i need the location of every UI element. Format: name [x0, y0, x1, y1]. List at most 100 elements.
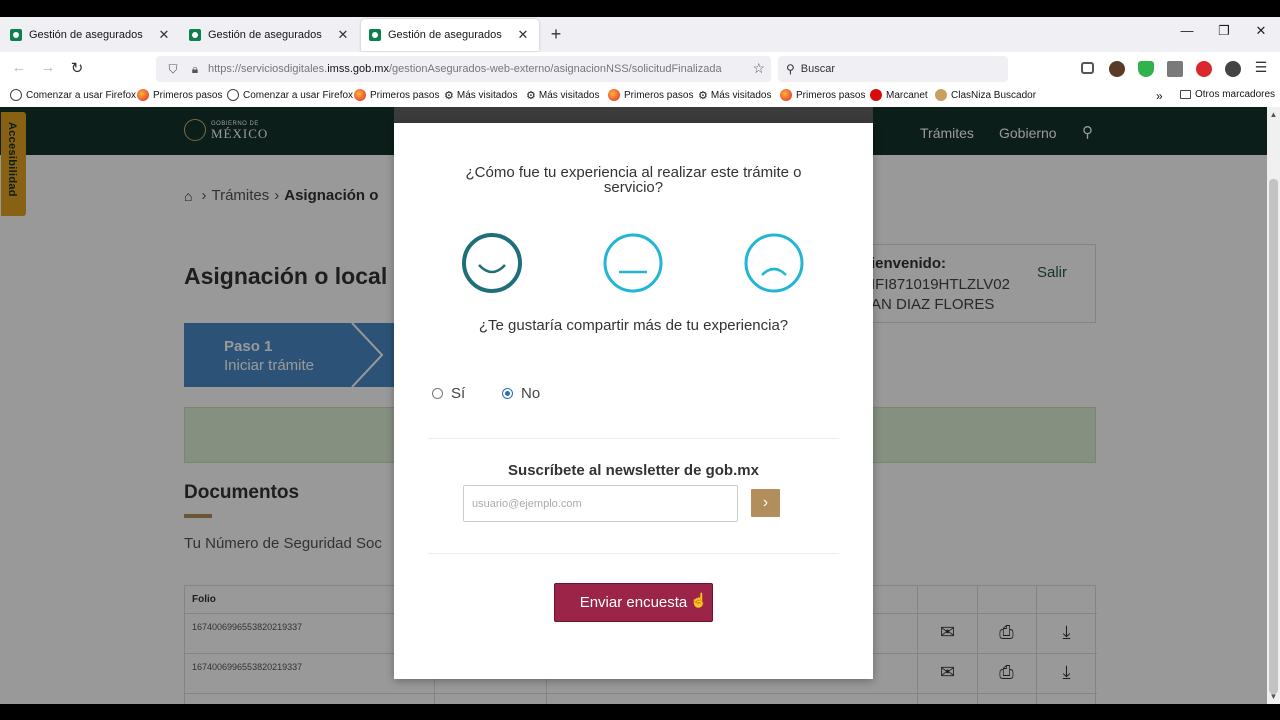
tab-title: Gestión de asegurados [208, 29, 322, 41]
url-prefix: https://serviciosdigitales. [208, 63, 328, 75]
bookmark-item[interactable]: Primeros pasos [354, 89, 439, 101]
firefox-icon [780, 89, 792, 101]
bookmark-item[interactable]: Primeros pasos [137, 89, 222, 101]
bookmark-item[interactable]: Primeros pasos [780, 89, 865, 101]
bookmarks-bar: Comenzar a usar Firefox Primeros pasos C… [0, 85, 1280, 107]
other-bookmarks-folder[interactable]: Otros marcadores [1180, 89, 1275, 100]
close-tab-icon[interactable]: ✕ [335, 27, 351, 43]
gear-icon: ⚙ [526, 90, 536, 102]
survey-question-share: ¿Te gustaría compartir más de tu experie… [478, 317, 789, 334]
screen-bottom-border [0, 704, 1280, 720]
search-icon: ⚲ [786, 62, 795, 76]
bookmark-label: Primeros pasos [370, 89, 440, 101]
bookmark-star-icon[interactable]: ☆ [752, 60, 765, 77]
bookmark-label: Marcanet [886, 89, 928, 101]
lock-icon[interactable]: 🔒︎ [186, 62, 204, 77]
close-tab-icon[interactable]: ✕ [515, 27, 531, 43]
survey-question-experience: ¿Cómo fue tu experiencia al realizar est… [465, 164, 802, 196]
radio-label: Sí [451, 385, 466, 402]
extension-icon[interactable] [1225, 61, 1241, 77]
neutral-face-icon[interactable] [603, 233, 663, 293]
firefox-icon [354, 89, 366, 101]
radio-option-no[interactable]: No [502, 385, 540, 402]
sad-face-icon[interactable] [744, 233, 804, 293]
page-scrollbar[interactable]: ▲ ▼ [1267, 107, 1280, 704]
globe-icon [227, 89, 239, 101]
bookmark-label: Más visitados [710, 90, 772, 101]
bookmark-item[interactable]: ⚙ Más visitados [444, 89, 517, 102]
url-host: imss.gob.mx [327, 63, 389, 75]
shield-icon[interactable]: ⛉ [164, 62, 182, 77]
browser-toolbar: ← → ↻ ⛉ 🔒︎ https://serviciosdigitales. im… [0, 52, 1280, 85]
bookmark-label: Otros marcadores [1195, 89, 1276, 100]
ublock-icon[interactable] [1138, 61, 1154, 77]
bookmark-label: Primeros pasos [796, 89, 866, 101]
imss-favicon-icon [10, 29, 22, 41]
modal-top-bar [394, 107, 873, 123]
newsletter-email-input[interactable] [463, 485, 738, 522]
account-icon[interactable] [1109, 61, 1125, 77]
bookmark-item[interactable]: Comenzar a usar Firefox [227, 89, 353, 101]
bookmark-label: Comenzar a usar Firefox [243, 89, 354, 101]
search-placeholder: Buscar [800, 63, 836, 75]
search-bar[interactable]: ⚲ Buscar [778, 56, 1008, 82]
firefox-icon [137, 89, 149, 101]
newsletter-submit-arrow-button[interactable]: › [751, 489, 780, 517]
imss-favicon-icon [369, 29, 381, 41]
url-path: /gestionAsegurados-web-externo/asignacio… [388, 63, 722, 75]
browser-tab[interactable]: Gestión de asegurados ✕ [181, 19, 359, 51]
survey-modal: ¿Cómo fue tu experiencia al realizar est… [394, 123, 873, 679]
divider [428, 438, 839, 439]
pocket-icon[interactable] [1081, 62, 1094, 74]
globe-icon [10, 89, 22, 101]
newsletter-title: Suscríbete al newsletter de gob.mx [508, 462, 759, 479]
screen-top-border [0, 0, 1280, 17]
screenshot-extension-icon[interactable] [1167, 61, 1183, 77]
reload-icon[interactable]: ↻ [66, 59, 88, 79]
divider [428, 553, 839, 554]
bookmark-item[interactable]: ClasNiza Buscador [935, 89, 1036, 101]
radio-option-yes[interactable]: Sí [432, 385, 465, 402]
bookmark-label: Primeros pasos [153, 89, 223, 101]
tab-title: Gestión de asegurados [388, 29, 502, 41]
firefox-icon [608, 89, 620, 101]
radio-button-selected[interactable] [502, 388, 513, 399]
bookmark-label: Comenzar a usar Firefox [26, 89, 137, 101]
radio-label: No [521, 385, 541, 402]
bookmark-label: Más visitados [538, 90, 600, 101]
tab-title: Gestión de asegurados [29, 29, 143, 41]
bookmark-item[interactable]: Marcanet [870, 89, 928, 101]
clasniza-icon [935, 89, 947, 101]
scroll-down-icon[interactable]: ▼ [1267, 692, 1280, 701]
browser-tab-bar: Gestión de asegurados ✕ Gestión de asegu… [0, 17, 1280, 52]
scroll-up-icon[interactable]: ▲ [1267, 110, 1280, 119]
adblock-plus-icon[interactable] [1196, 61, 1212, 77]
bookmark-item[interactable]: Comenzar a usar Firefox [10, 89, 136, 101]
bookmark-label: Primeros pasos [624, 89, 694, 101]
bookmark-item[interactable]: Primeros pasos [608, 89, 693, 101]
new-tab-button[interactable]: + [546, 24, 566, 45]
close-tab-icon[interactable]: ✕ [156, 27, 172, 43]
scroll-thumb[interactable] [1269, 179, 1278, 694]
radio-button[interactable] [432, 388, 443, 399]
minimize-window-icon[interactable]: — [1172, 23, 1202, 38]
marcanet-icon [870, 89, 882, 101]
hand-cursor-icon: ☝ [690, 592, 708, 608]
browser-tab[interactable]: Gestión de asegurados ✕ [2, 19, 180, 51]
imss-favicon-icon [189, 29, 201, 41]
back-arrow-icon[interactable]: ← [8, 59, 30, 79]
bookmark-label: ClasNiza Buscador [951, 89, 1037, 101]
happy-face-icon[interactable] [462, 233, 522, 293]
folder-icon [1180, 90, 1191, 99]
forward-arrow-icon[interactable]: → [37, 59, 59, 79]
bookmarks-overflow-icon[interactable]: » [1156, 89, 1163, 103]
bookmark-item[interactable]: ⚙ Más visitados [698, 89, 771, 102]
restore-window-icon[interactable]: ❐ [1209, 23, 1239, 39]
gear-icon: ⚙ [444, 90, 454, 102]
bookmark-item[interactable]: ⚙ Más visitados [526, 89, 599, 102]
address-bar[interactable]: ⛉ 🔒︎ https://serviciosdigitales. imss.gob… [156, 56, 771, 82]
close-window-icon[interactable]: ✕ [1246, 23, 1276, 39]
browser-tab-active[interactable]: Gestión de asegurados ✕ [361, 19, 539, 51]
gear-icon: ⚙ [698, 90, 708, 102]
menu-hamburger-icon[interactable]: ☰ [1250, 59, 1272, 79]
